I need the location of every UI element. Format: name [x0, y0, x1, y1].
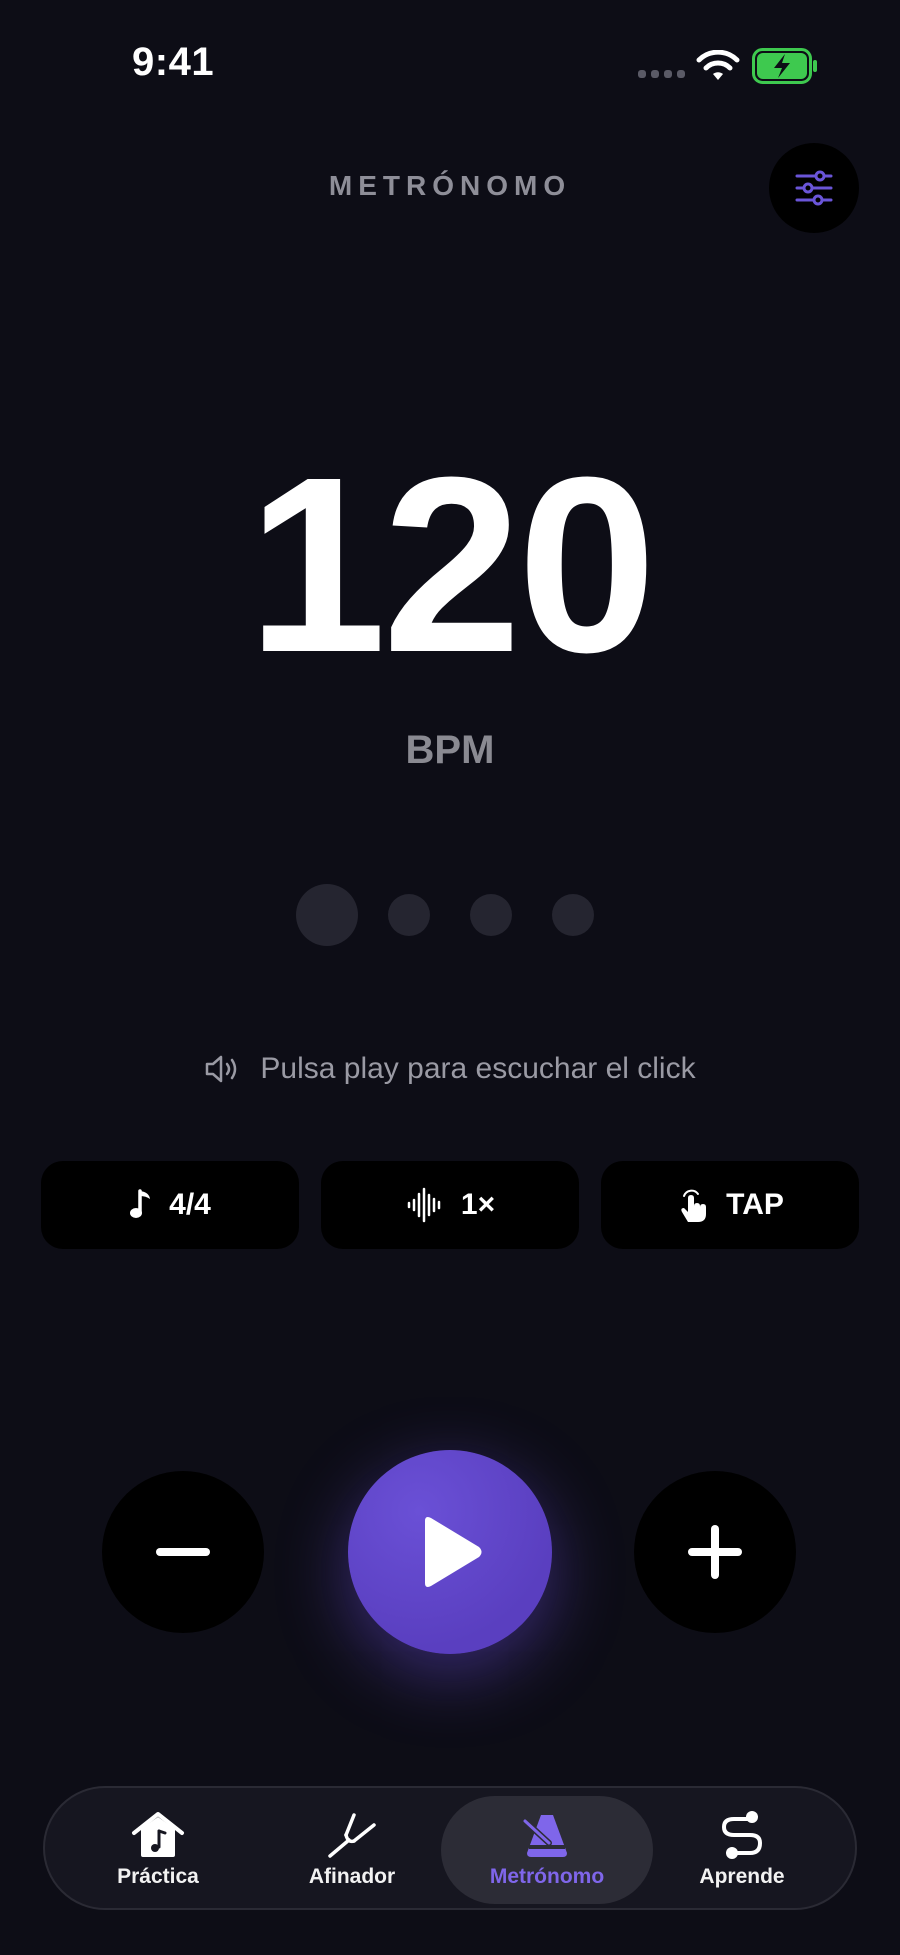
status-time: 9:41	[132, 40, 215, 84]
page-title: METRÓNOMO	[328, 170, 572, 201]
hint-text: Pulsa play para escuchar el click	[260, 1052, 696, 1085]
tap-tempo-button[interactable]: TAP	[601, 1161, 859, 1249]
minus-icon	[156, 1548, 210, 1556]
tap-label: TAP	[726, 1188, 784, 1221]
tab-practica[interactable]: Práctica	[70, 1796, 246, 1904]
tab-metronomo-label: Metrónomo	[489, 1865, 605, 1888]
speaker-icon	[206, 1055, 237, 1083]
time-signature-button[interactable]: 4/4	[41, 1161, 299, 1249]
tab-practica-label: Práctica	[117, 1865, 199, 1888]
play-hint: Pulsa play para escuchar el click	[0, 1052, 900, 1086]
bpm-unit-label: BPM	[405, 728, 495, 772]
beat-indicator-2	[388, 894, 430, 936]
path-icon	[721, 1811, 763, 1859]
increase-bpm-button[interactable]	[634, 1471, 796, 1633]
time-signature-label: 4/4	[169, 1188, 211, 1221]
play-button[interactable]	[348, 1450, 552, 1654]
metronome-icon	[522, 1815, 567, 1857]
subdivision-button[interactable]: 1×	[321, 1161, 579, 1249]
music-note-icon	[130, 1189, 151, 1218]
bpm-value[interactable]: 120	[0, 440, 900, 690]
subdivision-label: 1×	[460, 1188, 496, 1221]
beat-indicator-1	[296, 884, 358, 946]
wifi-icon	[696, 50, 740, 80]
waveform-icon	[407, 1187, 441, 1223]
cellular-signal-icon	[638, 70, 685, 78]
settings-button[interactable]	[769, 143, 859, 233]
decrease-bpm-button[interactable]	[102, 1471, 264, 1633]
tab-afinador[interactable]: Afinador	[264, 1796, 440, 1904]
tab-afinador-label: Afinador	[308, 1865, 396, 1888]
battery-charging-icon	[752, 48, 817, 84]
sliders-icon	[795, 170, 833, 206]
tab-aprende-label: Aprende	[699, 1865, 785, 1888]
beat-indicator-4	[552, 894, 594, 936]
tuning-fork-icon	[328, 1813, 376, 1858]
tab-aprende[interactable]: Aprende	[654, 1796, 830, 1904]
tap-hand-icon	[681, 1189, 707, 1222]
tab-metronomo[interactable]: Metrónomo	[441, 1796, 653, 1904]
plus-icon	[688, 1525, 742, 1579]
beat-indicator-3	[470, 894, 512, 936]
play-icon	[425, 1517, 482, 1587]
house-music-icon	[132, 1812, 184, 1857]
